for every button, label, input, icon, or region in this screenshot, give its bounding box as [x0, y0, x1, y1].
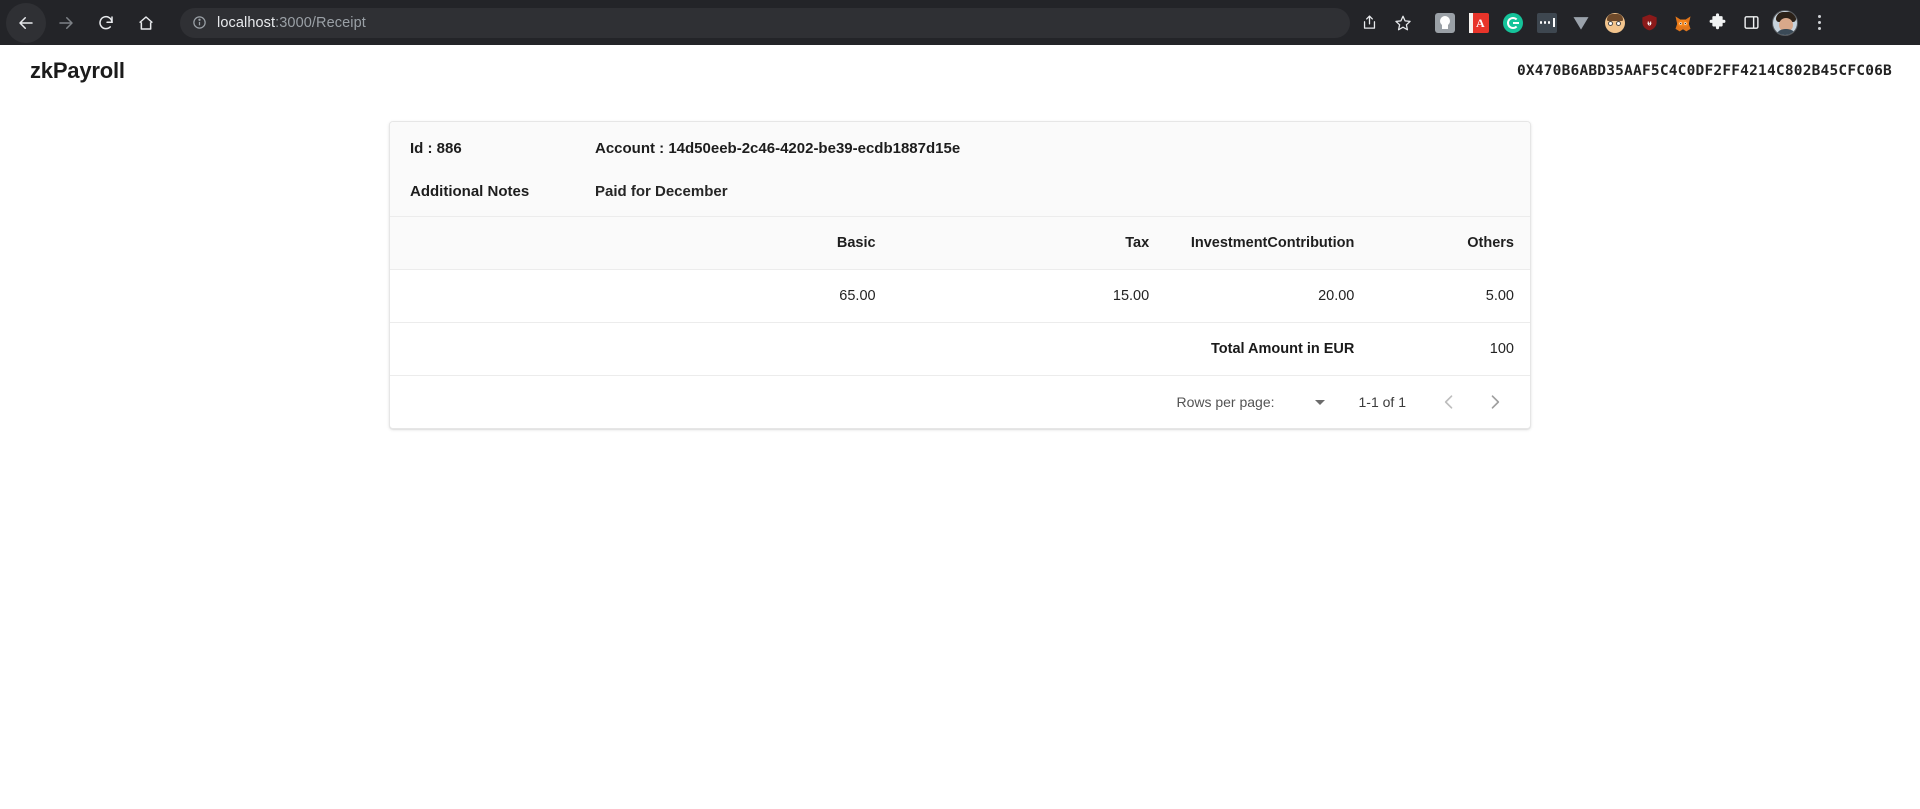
honey-extension-icon — [1605, 12, 1625, 33]
avatar — [1772, 9, 1798, 36]
receipt-account: Account : 14d50eeb-2c46-4202-be39-ecdb18… — [595, 140, 961, 157]
table-head: Basic Tax InvestmentContribution Others — [390, 216, 1530, 270]
url-path: :3000/Receipt — [275, 14, 366, 31]
page-title: zkPayroll — [30, 58, 125, 83]
star-icon — [1395, 15, 1411, 30]
url-text: localhost:3000/Receipt — [217, 15, 366, 31]
cell-others: 5.00 — [1370, 269, 1530, 323]
notes-value: Paid for December — [595, 183, 728, 200]
table-total-row: Total Amount in EUR 100 — [390, 322, 1530, 376]
next-page-button[interactable] — [1472, 379, 1518, 425]
table-header-row: Basic Tax InvestmentContribution Others — [390, 216, 1530, 270]
total-spacer-1 — [390, 322, 687, 376]
reload-icon — [99, 15, 113, 29]
total-label: Total Amount in EUR — [1165, 322, 1371, 376]
url-host: localhost — [217, 14, 276, 31]
ublock-shield-icon: ᵾ — [1641, 14, 1657, 31]
kebab-menu-icon — [1817, 15, 1821, 30]
extensions-button[interactable] — [1700, 6, 1734, 40]
chevron-left-icon — [1444, 395, 1453, 409]
puzzle-piece-icon — [1709, 13, 1725, 30]
dotted-extension-button[interactable] — [1530, 6, 1564, 40]
column-header-basic: Basic — [686, 216, 892, 270]
cell-basic: 65.00 — [686, 269, 892, 323]
chrome-menu-button[interactable] — [1802, 6, 1836, 40]
dotted-extension-icon — [1537, 12, 1557, 33]
forward-arrow-icon — [59, 16, 73, 29]
table-pagination: Rows per page: 1-1 of 1 — [390, 376, 1530, 428]
ublock-extension-button[interactable]: ᵾ — [1632, 6, 1666, 40]
wallet-address: 0X470B6ABD35AAF5C4C0DF2FF4214C802B45CFC0… — [1516, 63, 1892, 79]
site-info-icon[interactable] — [192, 15, 207, 30]
side-panel-icon — [1743, 16, 1759, 29]
honey-extension-button[interactable] — [1598, 6, 1632, 40]
home-icon — [139, 15, 153, 30]
cell-spacer — [390, 269, 687, 323]
chevron-down-icon — [1314, 399, 1325, 405]
side-panel-button[interactable] — [1734, 6, 1768, 40]
address-bar[interactable]: localhost:3000/Receipt — [180, 7, 1350, 38]
back-arrow-icon — [19, 16, 33, 29]
column-header-others: Others — [1370, 216, 1530, 270]
toolbar-actions: A ᵾ — [1352, 6, 1836, 40]
reload-button[interactable] — [86, 3, 126, 43]
total-spacer-2 — [686, 322, 892, 376]
metamask-fox-icon — [1675, 15, 1691, 31]
receipt-id: Id : 886 — [410, 140, 462, 157]
adobe-acrobat-extension-button[interactable]: A — [1462, 6, 1496, 40]
vimeo-extension-icon — [1573, 16, 1589, 30]
home-button[interactable] — [126, 3, 166, 43]
total-spacer-3 — [891, 322, 1166, 376]
cell-tax: 15.00 — [891, 269, 1166, 323]
chevron-right-icon — [1491, 395, 1500, 409]
grammarly-extension-icon — [1503, 12, 1523, 33]
grammarly-extension-button[interactable] — [1496, 6, 1530, 40]
app-header: zkPayroll 0X470B6ABD35AAF5C4C0DF2FF4214C… — [0, 45, 1920, 97]
table-row: 65.00 15.00 20.00 5.00 — [390, 269, 1530, 323]
profile-button[interactable] — [1768, 6, 1802, 40]
share-icon — [1363, 15, 1375, 29]
receipt-meta: Id : 886 Account : 14d50eeb-2c46-4202-be… — [390, 122, 1530, 216]
receipt-card: Id : 886 Account : 14d50eeb-2c46-4202-be… — [389, 121, 1531, 429]
total-value: 100 — [1370, 322, 1530, 376]
meta-row-notes: Additional Notes Paid for December — [410, 183, 1510, 200]
cell-investment-contribution: 20.00 — [1165, 269, 1371, 323]
notes-label: Additional Notes — [410, 183, 530, 200]
receipt-table: Basic Tax InvestmentContribution Others … — [390, 216, 1530, 376]
lamp-extension-icon — [1435, 12, 1455, 33]
adobe-acrobat-extension-icon: A — [1469, 12, 1489, 33]
previous-page-button[interactable] — [1426, 379, 1472, 425]
rows-per-page-label: Rows per page: — [1176, 394, 1275, 410]
back-button[interactable] — [6, 2, 46, 43]
column-header-investment-contribution: InvestmentContribution — [1165, 216, 1371, 270]
table-body: 65.00 15.00 20.00 5.00 Total Amount in E… — [390, 269, 1530, 376]
share-button[interactable] — [1352, 6, 1386, 40]
meta-row-id: Id : 886 Account : 14d50eeb-2c46-4202-be… — [410, 140, 1510, 157]
rows-per-page-select[interactable] — [1275, 376, 1333, 428]
lamp-extension-button[interactable] — [1428, 6, 1462, 40]
forward-button[interactable] — [46, 3, 86, 43]
column-header-tax: Tax — [891, 216, 1166, 270]
page-body: Id : 886 Account : 14d50eeb-2c46-4202-be… — [0, 97, 1920, 429]
pagination-range: 1-1 of 1 — [1358, 394, 1406, 410]
column-header-spacer — [390, 216, 687, 270]
metamask-extension-button[interactable] — [1666, 6, 1700, 40]
browser-toolbar: localhost:3000/Receipt A ᵾ — [0, 0, 1920, 45]
vimeo-extension-button[interactable] — [1564, 6, 1598, 40]
bookmark-button[interactable] — [1386, 6, 1420, 40]
